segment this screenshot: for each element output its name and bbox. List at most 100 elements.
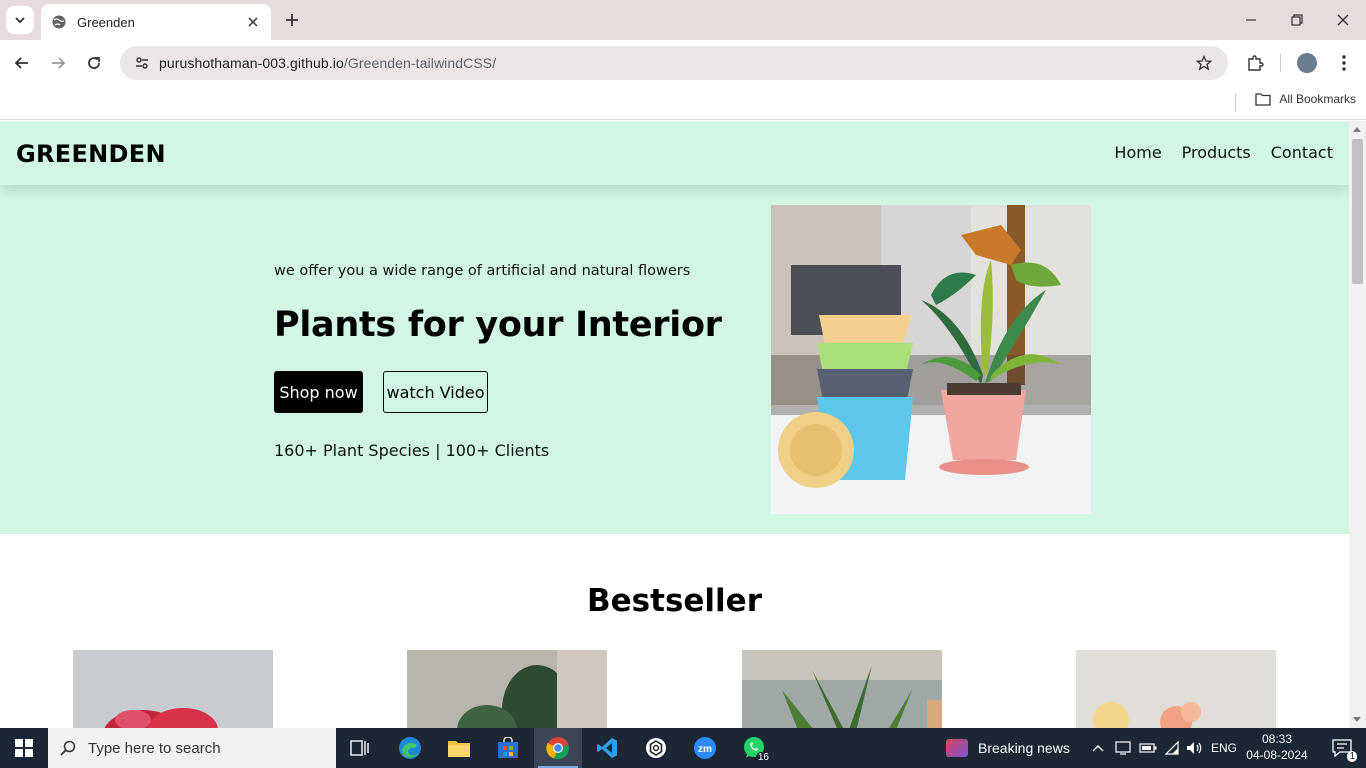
windows-logo-icon (15, 739, 33, 757)
nav-products-link[interactable]: Products (1182, 143, 1251, 162)
clock-time: 08:33 (1261, 732, 1293, 746)
tab-title: Greenden (77, 14, 135, 30)
clock-date: 04-08-2024 (1246, 748, 1308, 762)
chrome-icon (546, 737, 569, 760)
folder-icon (448, 741, 470, 757)
vscode-app-button[interactable] (583, 728, 631, 768)
tab-search-button[interactable] (6, 6, 34, 34)
notification-count: 1 (1347, 751, 1357, 762)
file-explorer-button[interactable] (435, 728, 483, 768)
svg-text:zm: zm (698, 744, 712, 755)
scrollbar-thumb[interactable] (1352, 139, 1363, 284)
edge-icon (399, 737, 421, 759)
arrow-left-icon (14, 57, 28, 69)
zoom-app-button[interactable]: zm (681, 728, 729, 768)
plus-icon (286, 14, 298, 26)
page-scrollbar[interactable] (1349, 121, 1366, 728)
search-placeholder: Type here to search (88, 739, 221, 757)
show-hidden-icons-button[interactable] (1088, 728, 1108, 768)
tray-device-icon[interactable] (1112, 728, 1134, 768)
browser-tab-bar: Greenden (0, 0, 1366, 40)
product-card-image[interactable] (742, 650, 942, 728)
chatgpt-icon (646, 738, 666, 758)
back-button[interactable] (10, 51, 34, 75)
avatar (1297, 53, 1317, 73)
hero-section: we offer you a wide range of artificial … (0, 185, 1349, 534)
bookmark-star-icon[interactable] (1194, 53, 1214, 73)
task-view-icon (350, 740, 369, 756)
taskbar-clock[interactable]: 08:33 04-08-2024 (1246, 731, 1308, 763)
forward-button[interactable] (46, 51, 70, 75)
restore-button[interactable] (1285, 8, 1309, 32)
notification-center-button[interactable]: 1 (1318, 728, 1366, 768)
minimize-icon (1246, 19, 1256, 21)
site-info-icon[interactable] (130, 51, 154, 75)
url-host: purushothaman-003.github.io (159, 55, 344, 71)
close-tab-icon[interactable] (245, 14, 261, 30)
reload-icon (88, 57, 100, 69)
taskbar-search-box[interactable]: Type here to search (48, 728, 336, 768)
product-card-image[interactable] (1076, 650, 1276, 728)
zoom-icon: zm (694, 737, 716, 759)
chevron-up-icon (1092, 745, 1104, 752)
store-icon (498, 737, 518, 758)
volume-icon[interactable] (1184, 728, 1206, 768)
url-path: /Greenden-tailwindCSS/ (343, 55, 497, 71)
chevron-down-icon (15, 17, 25, 24)
all-bookmarks-button[interactable]: All Bookmarks (1255, 92, 1356, 106)
nav-home-link[interactable]: Home (1114, 143, 1161, 162)
microsoft-store-button[interactable] (484, 728, 532, 768)
bookmarks-bar: All Bookmarks (0, 86, 1366, 120)
scroll-down-arrow-icon[interactable] (1353, 717, 1361, 722)
minimize-button[interactable] (1239, 8, 1263, 32)
hero-subtitle: we offer you a wide range of artificial … (274, 263, 691, 279)
hero-plant-image (771, 205, 1091, 514)
more-vertical-icon (1342, 55, 1346, 71)
vscode-icon (597, 738, 617, 758)
wifi-icon[interactable] (1161, 728, 1183, 768)
close-window-button[interactable] (1331, 8, 1355, 32)
windows-taskbar: Type here to search zm 16 Breaking news (0, 728, 1366, 768)
nav-contact-link[interactable]: Contact (1271, 143, 1333, 162)
menu-button[interactable] (1332, 51, 1356, 75)
globe-icon (51, 14, 67, 30)
arrow-right-icon (52, 57, 66, 69)
whatsapp-app-button[interactable]: 16 (730, 728, 778, 768)
close-icon (1337, 14, 1349, 26)
profile-button[interactable] (1295, 51, 1319, 75)
chatgpt-app-button[interactable] (632, 728, 680, 768)
site-logo[interactable]: GREENDEN (16, 140, 166, 168)
shop-now-button[interactable]: Shop now (274, 371, 363, 413)
site-nav: Home Products Contact (1114, 143, 1333, 162)
edge-app-button[interactable] (386, 728, 434, 768)
toolbar-divider (1280, 54, 1281, 72)
scroll-up-arrow-icon[interactable] (1353, 127, 1361, 132)
bestseller-heading: Bestseller (587, 583, 762, 619)
site-header: GREENDEN Home Products Contact (0, 121, 1349, 185)
product-card-image[interactable] (407, 650, 607, 728)
news-widget[interactable]: Breaking news (946, 728, 1070, 768)
task-view-button[interactable] (336, 728, 384, 768)
product-card-image[interactable] (73, 650, 273, 728)
chrome-app-button[interactable] (534, 728, 582, 768)
restore-icon (1291, 14, 1303, 26)
battery-icon[interactable] (1137, 728, 1159, 768)
folder-icon (1255, 93, 1271, 106)
search-icon (60, 740, 76, 756)
page-viewport: GREENDEN Home Products Contact we offer … (0, 121, 1349, 728)
browser-tab-greenden[interactable]: Greenden (41, 4, 271, 40)
start-button[interactable] (0, 728, 48, 768)
extensions-button[interactable] (1243, 51, 1267, 75)
reload-button[interactable] (82, 51, 106, 75)
news-label: Breaking news (978, 740, 1070, 756)
language-indicator[interactable]: ENG (1208, 728, 1240, 768)
hero-stats: 160+ Plant Species | 100+ Clients (274, 441, 550, 460)
bookmarks-divider (1235, 94, 1236, 112)
whatsapp-badge: 16 (755, 752, 771, 763)
url-text: purushothaman-003.github.io/Greenden-tai… (159, 55, 496, 71)
new-tab-button[interactable] (282, 10, 302, 30)
address-bar[interactable]: purushothaman-003.github.io/Greenden-tai… (120, 46, 1228, 80)
watch-video-button[interactable]: watch Video (383, 371, 488, 413)
browser-toolbar: purushothaman-003.github.io/Greenden-tai… (0, 40, 1366, 86)
puzzle-icon (1248, 55, 1264, 71)
